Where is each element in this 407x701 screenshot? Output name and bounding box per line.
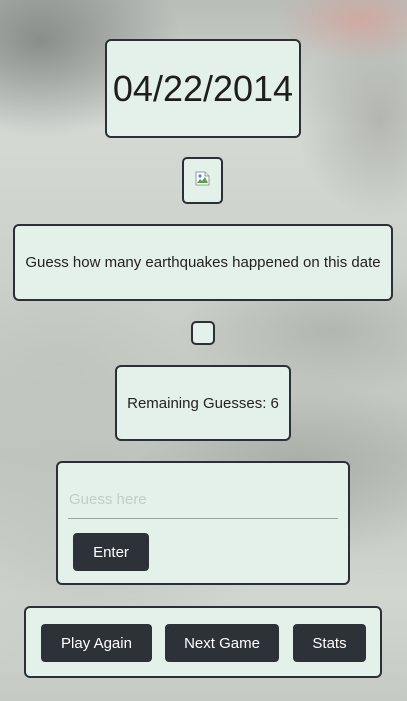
prompt-text: Guess how many earthquakes happened on t… — [25, 254, 381, 271]
play-again-button[interactable]: Play Again — [41, 624, 152, 662]
image-frame — [182, 157, 223, 204]
result-indicator — [191, 321, 215, 345]
date-text: 04/22/2014 — [112, 67, 294, 109]
enter-button[interactable]: Enter — [73, 533, 149, 571]
stats-button[interactable]: Stats — [293, 624, 366, 662]
game-actions-bar: Play Again Next Game Stats — [24, 606, 382, 678]
guess-form: Enter — [56, 461, 350, 585]
next-game-button[interactable]: Next Game — [165, 624, 279, 662]
broken-image-icon — [195, 171, 210, 186]
question-prompt: Guess how many earthquakes happened on t… — [13, 224, 393, 301]
remaining-guesses-panel: Remaining Guesses: 6 — [115, 365, 291, 441]
date-display: 04/22/2014 — [105, 39, 301, 138]
guess-input[interactable] — [68, 481, 338, 519]
remaining-guesses-text: Remaining Guesses: 6 — [127, 394, 279, 412]
